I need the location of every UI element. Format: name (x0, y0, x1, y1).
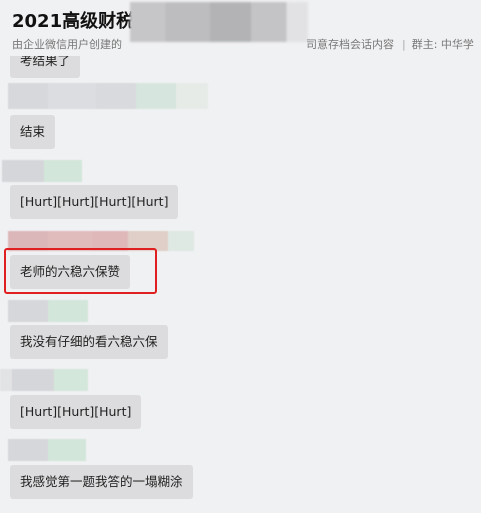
archive-notice: 司意存档会话内容 | 群主: 中华学 (306, 38, 474, 51)
chat-header: 2021高级财税 由企业微信用户创建的 司意存档会话内容 | 群主: 中华学 (0, 0, 481, 56)
sender-name-blurred (8, 300, 88, 322)
message-bubble[interactable]: 我没有仔细的看六稳六保 (10, 325, 168, 359)
message-bubble[interactable]: 结束 (10, 115, 56, 149)
sender-name-blurred (2, 160, 82, 182)
group-subtitle: 由企业微信用户创建的 (12, 38, 122, 51)
message-bubble-highlighted[interactable]: 老师的六稳六保赞 (10, 255, 131, 289)
sender-name-blurred (0, 369, 88, 391)
message-bubble[interactable]: [Hurt][Hurt][Hurt] (10, 395, 142, 429)
sender-name-blurred (8, 439, 86, 461)
group-owner-label: 群主: 中华学 (411, 38, 474, 51)
message-bubble[interactable]: 我感觉第一题我答的一塌糊涂 (10, 465, 193, 499)
message-bubble[interactable]: [Hurt][Hurt][Hurt][Hurt] (10, 185, 179, 219)
title-redaction-blur (130, 2, 308, 42)
chat-message-feed: 考结果了 结束 [Hurt][Hurt][Hurt][Hurt] 老师的六稳六保… (0, 0, 481, 513)
sender-name-blurred (8, 231, 194, 251)
archive-notice-text: 司意存档会话内容 (306, 38, 394, 51)
sender-name-blurred (8, 83, 208, 109)
group-title: 2021高级财税 (12, 11, 135, 32)
